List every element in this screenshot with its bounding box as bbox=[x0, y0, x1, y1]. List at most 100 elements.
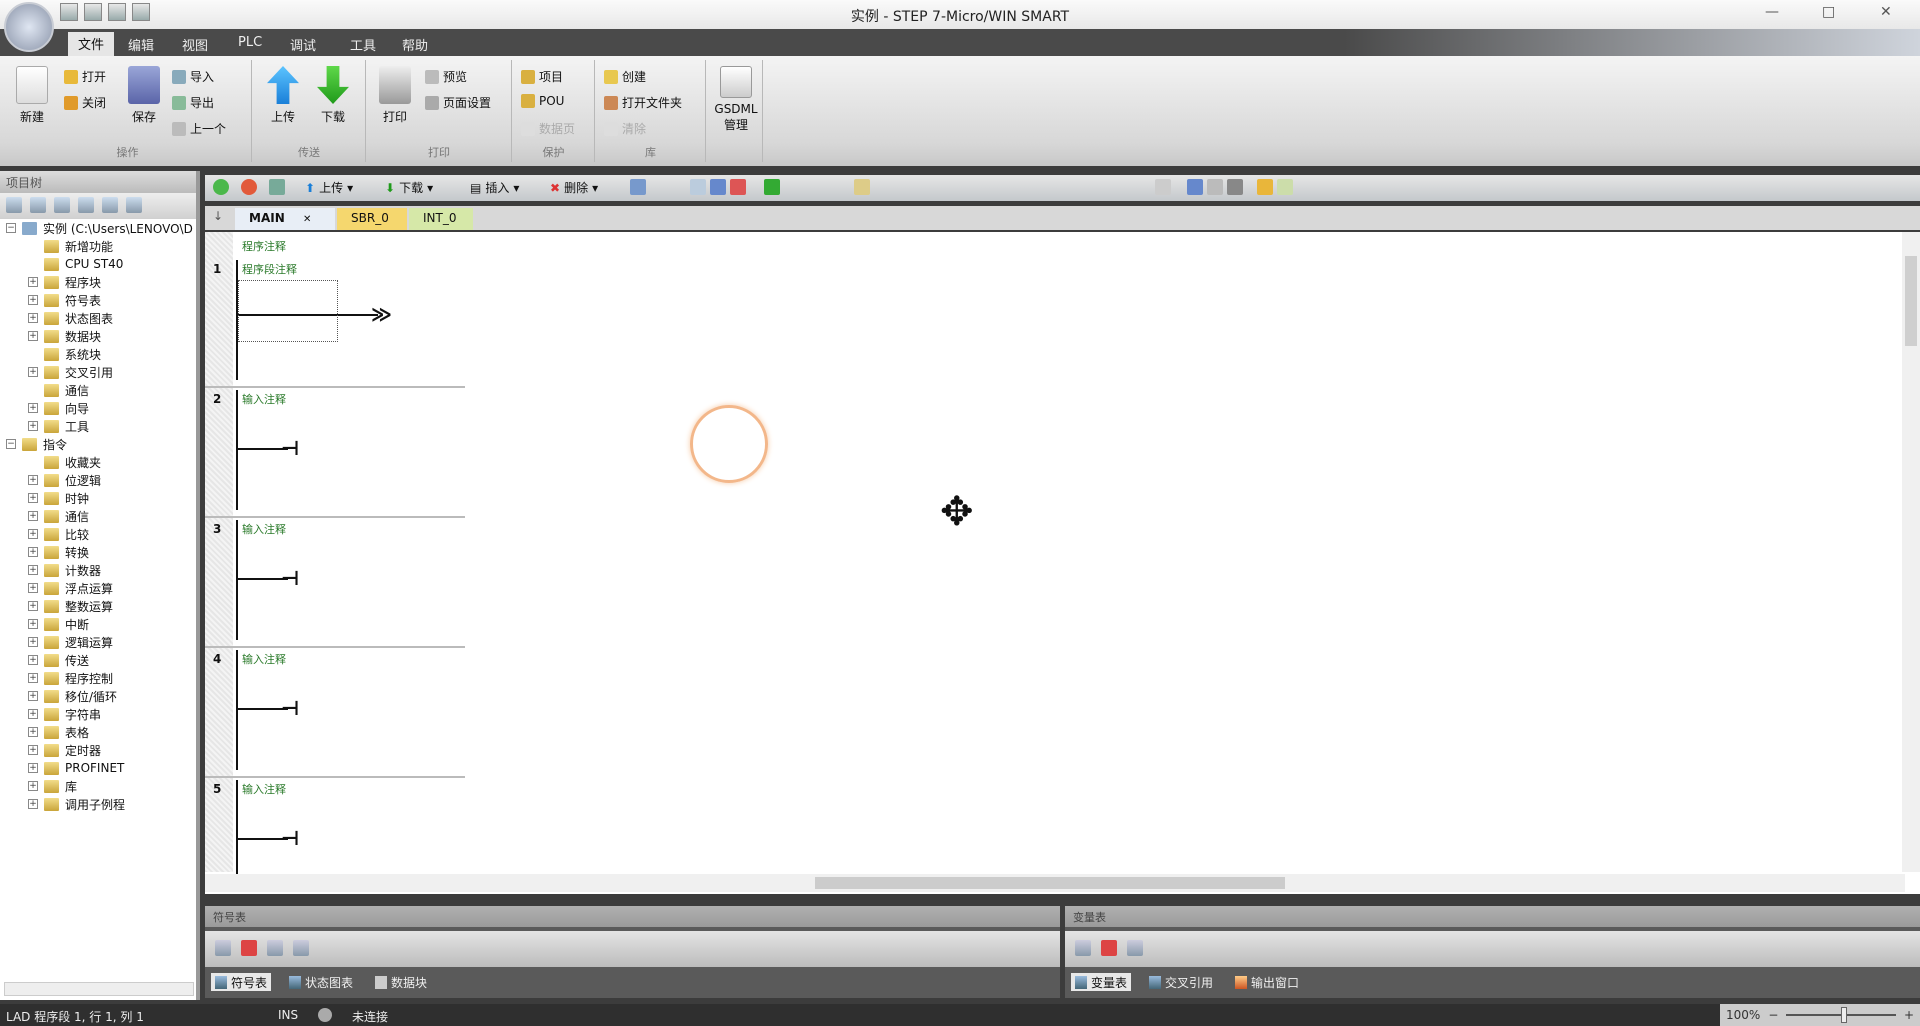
tree-item[interactable]: + 时钟 bbox=[0, 489, 196, 507]
tab-symbol-table[interactable]: 符号表 bbox=[211, 973, 272, 991]
expand-icon[interactable]: + bbox=[28, 277, 38, 287]
expand-icon[interactable]: + bbox=[28, 727, 38, 737]
tree-item[interactable]: + 比较 bbox=[0, 525, 196, 543]
tool-icon[interactable] bbox=[78, 197, 94, 213]
tree-item[interactable]: + 转换 bbox=[0, 543, 196, 561]
close-project-button[interactable]: 关闭 bbox=[64, 94, 106, 111]
tree-instructions[interactable]: − 指令 bbox=[0, 435, 196, 453]
zoom-slider-handle[interactable] bbox=[1841, 1007, 1848, 1023]
compile-button[interactable] bbox=[269, 179, 285, 195]
upload-toolbar-button[interactable]: ⬆ 上传 ▾ bbox=[305, 179, 353, 196]
expand-icon[interactable]: + bbox=[28, 637, 38, 647]
open-folder-button[interactable]: 打开文件夹 bbox=[604, 94, 682, 111]
tree-item[interactable]: +新增功能 bbox=[0, 237, 196, 255]
tab-cross-reference[interactable]: 交叉引用 bbox=[1145, 973, 1217, 991]
expand-icon[interactable]: + bbox=[28, 799, 38, 809]
tree-item[interactable]: +通信 bbox=[0, 381, 196, 399]
tree-item[interactable]: + 移位/循环 bbox=[0, 687, 196, 705]
tab-output-window[interactable]: 输出窗口 bbox=[1231, 973, 1303, 991]
expand-icon[interactable]: + bbox=[28, 421, 38, 431]
program-comment[interactable]: 程序注释 bbox=[242, 238, 286, 254]
network[interactable]: 3 输入注释 ⊣ bbox=[205, 518, 465, 648]
preview-button[interactable]: 预览 bbox=[425, 68, 467, 85]
zoom-slider[interactable] bbox=[1786, 1007, 1896, 1023]
save-icon[interactable] bbox=[108, 3, 126, 21]
tab-view[interactable]: 视图 bbox=[172, 33, 218, 56]
expand-icon[interactable]: + bbox=[28, 655, 38, 665]
page-setup-button[interactable]: 页面设置 bbox=[425, 94, 491, 111]
create-library-button[interactable]: 创建 bbox=[604, 68, 646, 85]
expand-icon[interactable]: + bbox=[28, 691, 38, 701]
monitor-icon[interactable] bbox=[630, 179, 646, 195]
expand-icon[interactable]: + bbox=[28, 619, 38, 629]
project-protect-button[interactable]: 项目 bbox=[521, 68, 563, 85]
collapse-icon[interactable]: − bbox=[6, 223, 16, 233]
open-button[interactable]: 打开 bbox=[64, 68, 106, 85]
pou-icon[interactable] bbox=[1257, 179, 1273, 195]
tree-item[interactable]: + 数据块 bbox=[0, 327, 196, 345]
close-button[interactable]: ✕ bbox=[1880, 4, 1892, 20]
tab-help[interactable]: 帮助 bbox=[392, 33, 438, 56]
contact-icon[interactable] bbox=[690, 179, 706, 195]
vertical-scrollbar[interactable] bbox=[1902, 232, 1920, 872]
tree-item[interactable]: + 状态图表 bbox=[0, 309, 196, 327]
scroll-thumb[interactable] bbox=[1905, 256, 1917, 346]
expand-icon[interactable]: + bbox=[28, 601, 38, 611]
tree-item[interactable]: + 整数运算 bbox=[0, 597, 196, 615]
upload-button[interactable]: 上传 bbox=[261, 66, 305, 125]
tree-item[interactable]: + 中断 bbox=[0, 615, 196, 633]
tree-item[interactable]: + 表格 bbox=[0, 723, 196, 741]
print-button[interactable]: 打印 bbox=[373, 66, 417, 125]
maximize-button[interactable]: □ bbox=[1822, 4, 1835, 20]
gsdml-manage-button[interactable]: GSDML 管理 bbox=[711, 66, 761, 133]
expand-icon[interactable]: + bbox=[28, 475, 38, 485]
delete-button[interactable]: ✖ 删除 ▾ bbox=[550, 179, 598, 196]
tree-item[interactable]: + 逻辑运算 bbox=[0, 633, 196, 651]
table-icon[interactable] bbox=[267, 940, 283, 956]
tree-item[interactable]: +CPU ST40 bbox=[0, 255, 196, 273]
expand-icon[interactable]: + bbox=[28, 565, 38, 575]
network-comment[interactable]: 输入注释 bbox=[242, 391, 286, 407]
save-button[interactable]: 保存 bbox=[122, 66, 166, 125]
add-icon[interactable] bbox=[1075, 940, 1091, 956]
expand-icon[interactable]: + bbox=[28, 763, 38, 773]
close-tab-icon[interactable]: ✕ bbox=[303, 214, 311, 225]
tree-item[interactable]: + PROFINET bbox=[0, 759, 196, 777]
expand-icon[interactable]: + bbox=[28, 493, 38, 503]
bookmark-icon[interactable] bbox=[854, 179, 870, 195]
stop-button[interactable] bbox=[241, 179, 257, 195]
pin-icon[interactable]: ↓ bbox=[213, 209, 223, 223]
network-comment[interactable]: 程序段注释 bbox=[242, 261, 297, 277]
tab-variable-table[interactable]: 变量表 bbox=[1071, 973, 1132, 991]
zoom-in-button[interactable]: + bbox=[1904, 1008, 1914, 1022]
new-button[interactable]: 新建 bbox=[10, 66, 54, 125]
expand-icon[interactable]: + bbox=[28, 673, 38, 683]
pou-protect-button[interactable]: POU bbox=[521, 94, 564, 108]
tree-item[interactable]: + 浮点运算 bbox=[0, 579, 196, 597]
insert-icon[interactable] bbox=[1127, 940, 1143, 956]
expand-icon[interactable]: + bbox=[28, 547, 38, 557]
tree-item[interactable]: +收藏夹 bbox=[0, 453, 196, 471]
download-button[interactable]: 下载 bbox=[311, 66, 355, 125]
import-button[interactable]: 导入 bbox=[172, 68, 214, 85]
delete-icon[interactable] bbox=[1101, 940, 1117, 956]
tab-debug[interactable]: 调试 bbox=[280, 33, 326, 56]
expand-icon[interactable]: + bbox=[28, 529, 38, 539]
expand-icon[interactable]: + bbox=[28, 295, 38, 305]
tree-item[interactable]: + 向导 bbox=[0, 399, 196, 417]
ladder-editor[interactable]: 程序注释 1 程序段注释 ≫ 2 输入注释 ⊣ 3 输入注释 ⊣ 4 输入注释 … bbox=[205, 232, 1920, 908]
export-button[interactable]: 导出 bbox=[172, 94, 214, 111]
expand-icon[interactable]: + bbox=[28, 583, 38, 593]
download-toolbar-button[interactable]: ⬇ 下载 ▾ bbox=[385, 179, 433, 196]
tree-item[interactable]: + 定时器 bbox=[0, 741, 196, 759]
network[interactable]: 4 输入注释 ⊣ bbox=[205, 648, 465, 778]
tree-item[interactable]: +通信 bbox=[0, 507, 196, 525]
tree-item[interactable]: + 交叉引用 bbox=[0, 363, 196, 381]
horizontal-scrollbar[interactable] bbox=[205, 874, 1905, 892]
zoom-out-button[interactable]: − bbox=[1768, 1008, 1778, 1022]
tree-root[interactable]: − 实例 (C:\Users\LENOVO\D bbox=[0, 219, 196, 237]
tree-item[interactable]: + 字符串 bbox=[0, 705, 196, 723]
expand-icon[interactable]: + bbox=[28, 403, 38, 413]
tab-tools[interactable]: 工具 bbox=[340, 33, 386, 56]
chart-icon[interactable] bbox=[1227, 179, 1243, 195]
